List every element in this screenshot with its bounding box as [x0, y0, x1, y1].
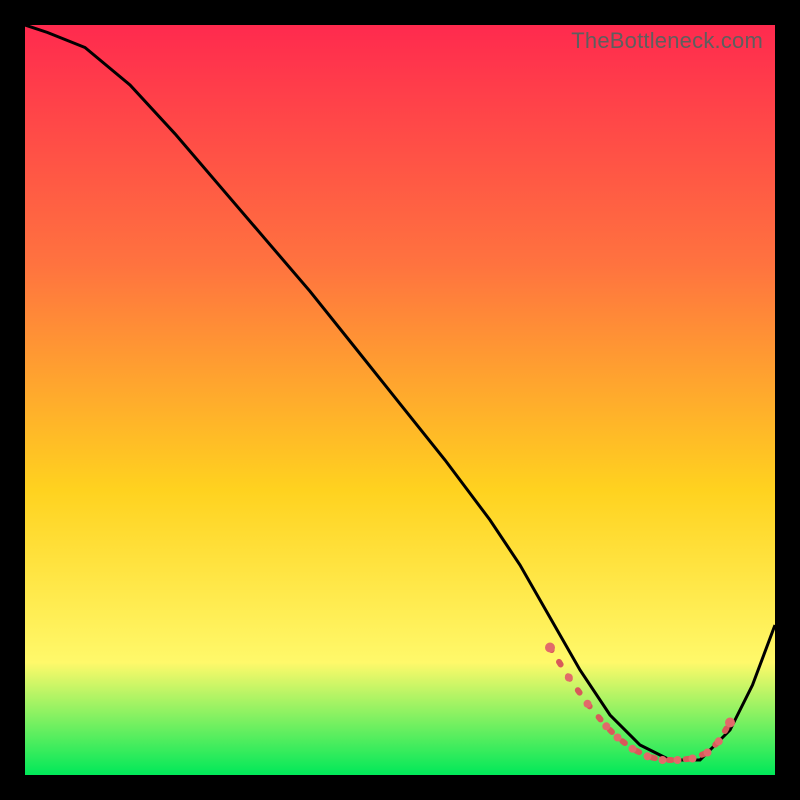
- valley-marker-dot: [565, 674, 573, 682]
- gradient-background: [25, 25, 775, 775]
- watermark-text: TheBottleneck.com: [571, 28, 763, 54]
- valley-marker-dot: [644, 752, 652, 760]
- valley-marker-dot: [614, 734, 622, 742]
- valley-marker-dot: [602, 722, 610, 730]
- valley-marker-dot: [715, 737, 723, 745]
- chart-frame: TheBottleneck.com: [25, 25, 775, 775]
- valley-marker-dot: [629, 745, 637, 753]
- valley-marker-dot: [674, 756, 682, 764]
- valley-marker-dot: [584, 700, 592, 708]
- valley-marker-dot: [545, 643, 555, 653]
- bottleneck-chart: [25, 25, 775, 775]
- valley-marker-dot: [704, 749, 712, 757]
- valley-marker-dot: [725, 718, 735, 728]
- valley-marker-dot: [689, 755, 697, 763]
- valley-marker-dot: [659, 756, 667, 764]
